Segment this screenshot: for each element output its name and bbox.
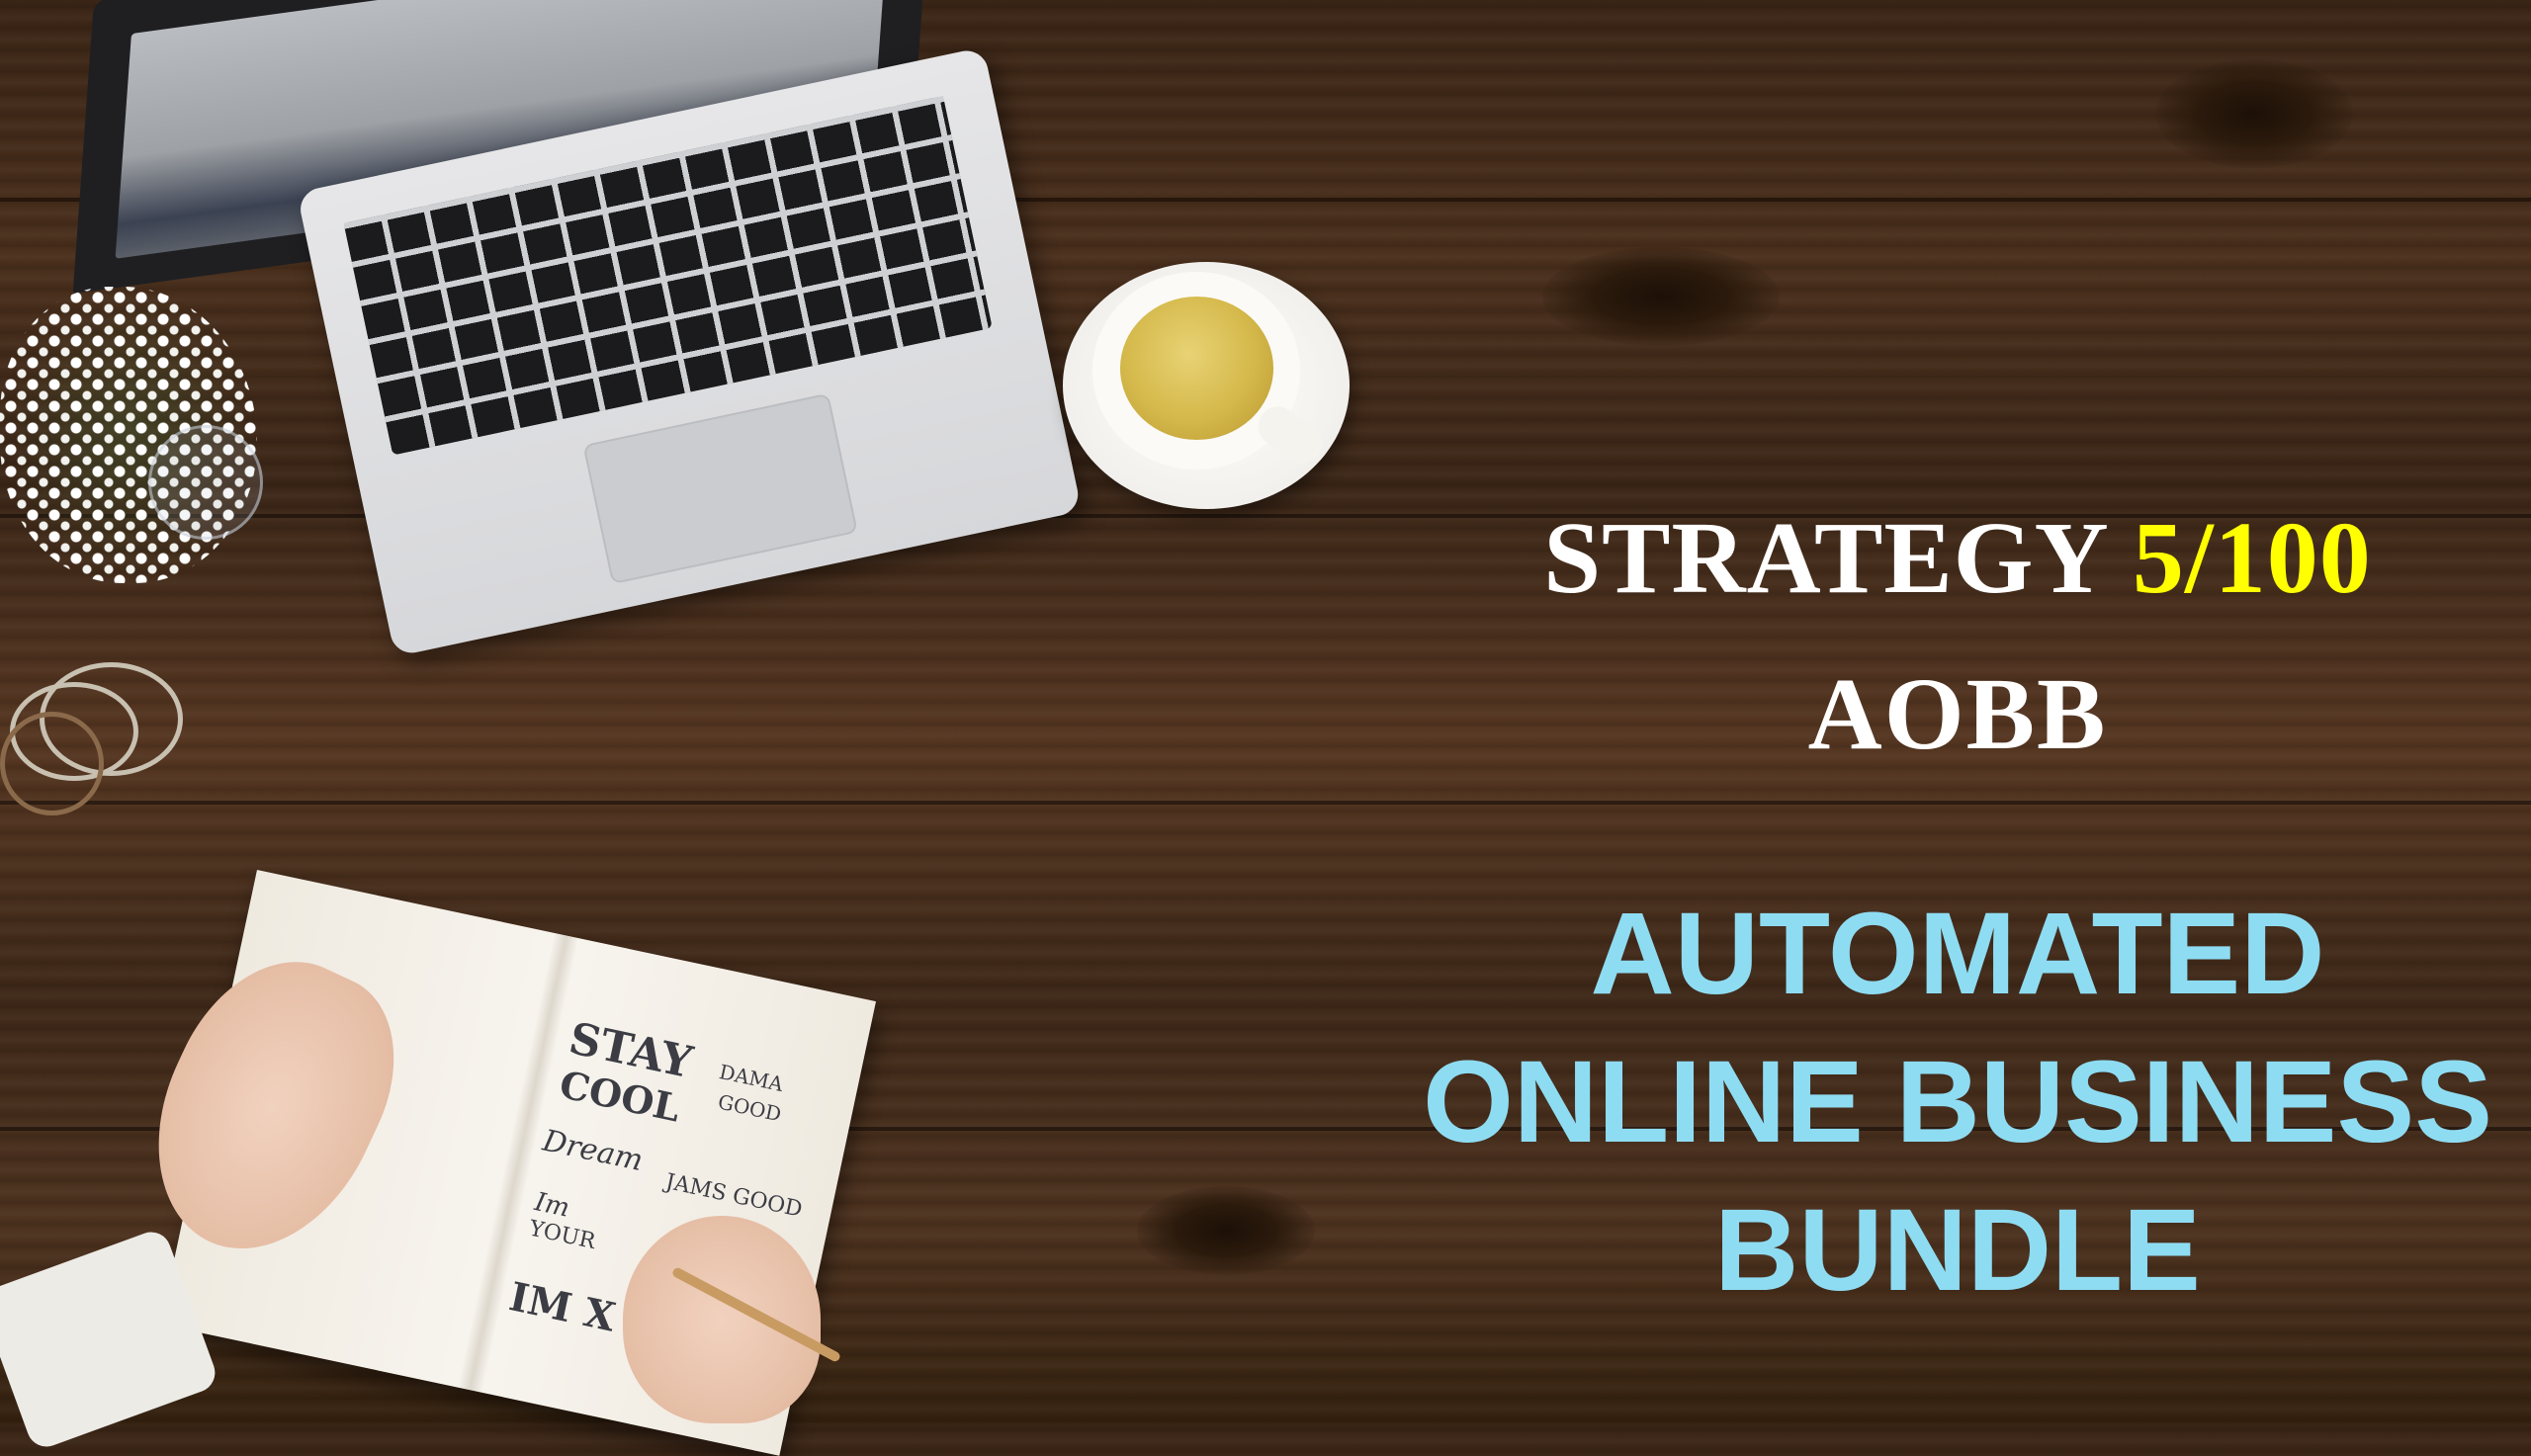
bundle-title-line: BUNDLE bbox=[1714, 1185, 2201, 1316]
doodle-text: Dream bbox=[539, 1123, 647, 1179]
doodle-text: YOUR bbox=[527, 1216, 598, 1255]
bundle-title-line: AUTOMATED bbox=[1590, 889, 2325, 1019]
wood-knot bbox=[2155, 59, 2353, 168]
strategy-label: STRATEGY bbox=[1543, 501, 2106, 615]
strategy-number: 5/100 bbox=[2132, 501, 2372, 615]
right-hand bbox=[623, 1216, 821, 1423]
bracelet bbox=[0, 712, 104, 815]
tea bbox=[1120, 297, 1273, 440]
strategy-heading: STRATEGY 5/100 bbox=[1404, 504, 2511, 613]
doodle-text: GOOD bbox=[716, 1089, 784, 1127]
wood-knot bbox=[1542, 247, 1780, 346]
wood-knot bbox=[1137, 1186, 1315, 1275]
doodle-text: JAMS GOOD bbox=[662, 1169, 805, 1223]
bundle-title-line: ONLINE BUSINESS bbox=[1423, 1037, 2492, 1167]
bundle-title: AUTOMATED ONLINE BUSINESS BUNDLE bbox=[1404, 880, 2511, 1325]
glass-vase bbox=[148, 425, 263, 540]
acronym-heading: AOBB bbox=[1807, 657, 2108, 771]
laptop-trackpad bbox=[582, 392, 858, 585]
plank-seam bbox=[0, 801, 2531, 805]
doodle-text: IM X bbox=[505, 1273, 620, 1341]
